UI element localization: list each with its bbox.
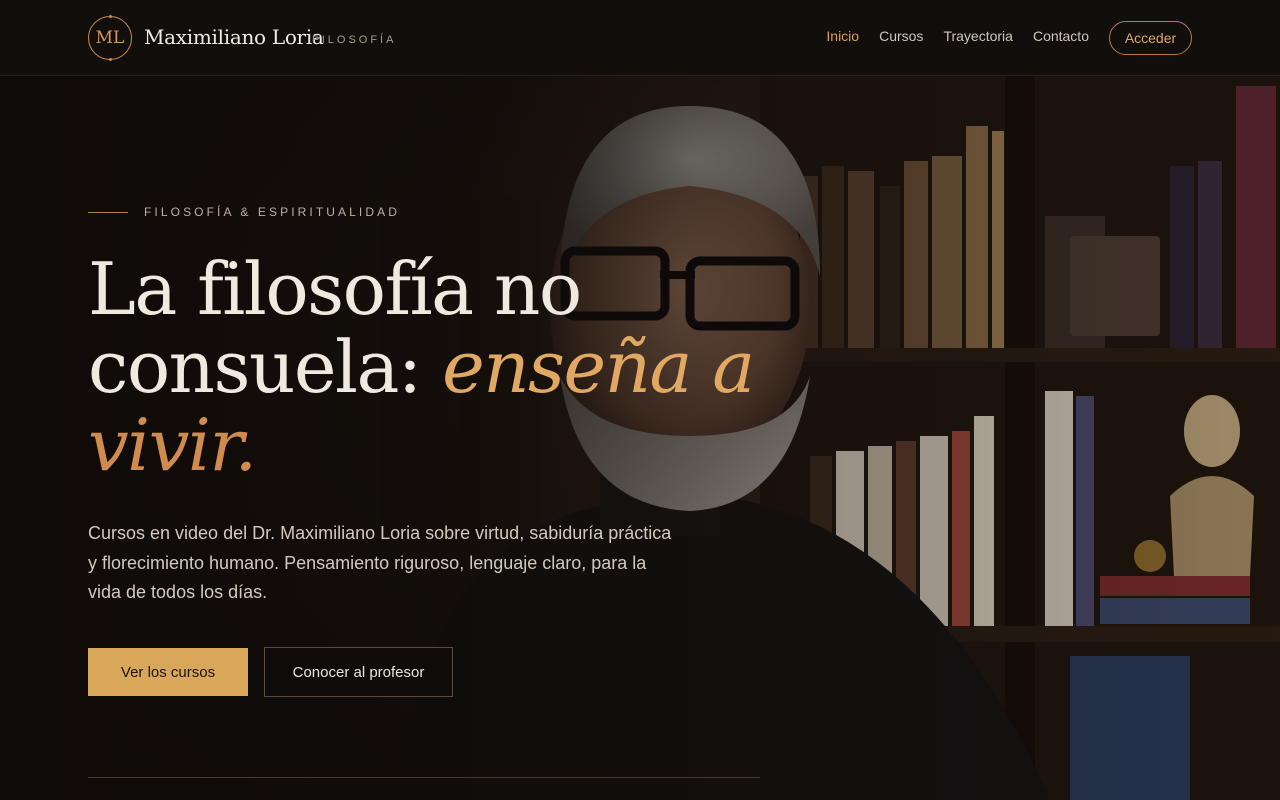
hero-headline: La filosofía no consuela: enseña a vivir. [88,250,768,484]
brand-tagline: FILOSOFÍA [312,34,397,46]
top-navbar: ML Maximiliano Loria FILOSOFÍA Inicio Cu… [0,0,1280,76]
nav-link-inicio[interactable]: Inicio [826,28,859,44]
nav-link-cursos[interactable]: Cursos [879,28,923,44]
login-button[interactable]: Acceder [1109,21,1192,55]
eyebrow-text: FILOSOFÍA & ESPIRITUALIDAD [144,205,400,219]
hero-eyebrow: FILOSOFÍA & ESPIRITUALIDAD [88,205,400,219]
hero-divider [88,777,760,778]
headline-accent-end: vivir. [88,403,257,487]
headline-accent: enseña a [442,325,755,409]
logo-dot [109,15,112,18]
nav-link-trayectoria[interactable]: Trayectoria [943,28,1013,44]
meet-professor-button[interactable]: Conocer al profesor [264,647,453,697]
hero-lead-text: Cursos en video del Dr. Maximiliano Lori… [88,523,672,602]
logo-dot [109,58,112,61]
nav-link-contacto[interactable]: Contacto [1033,28,1089,44]
logo-monogram[interactable]: ML [88,15,132,61]
main-nav: Inicio Cursos Trayectoria Contacto [826,28,1089,44]
monogram-text: ML [95,28,125,48]
eyebrow-rule [88,211,128,213]
brand-name[interactable]: Maximiliano Loria [144,25,324,49]
view-courses-button[interactable]: Ver los cursos [88,648,248,696]
